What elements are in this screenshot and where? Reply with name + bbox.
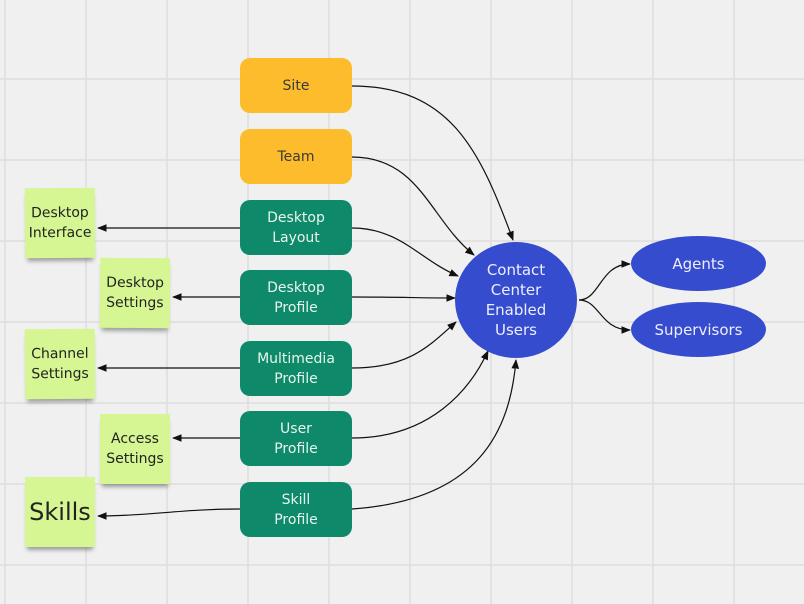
sticky-skills[interactable]: Skills: [25, 477, 95, 547]
node-desktop-profile[interactable]: Desktop Profile: [240, 270, 352, 325]
node-site[interactable]: Site: [240, 58, 352, 113]
sticky-access-settings[interactable]: Access Settings: [100, 414, 170, 484]
edge-desktop-layout[interactable]: [351, 227, 459, 277]
edge-site[interactable]: [351, 85, 514, 241]
edge-team[interactable]: [351, 156, 475, 256]
sticky-channel-settings[interactable]: Channel Settings: [24, 328, 96, 400]
node-skill-profile[interactable]: Skill Profile: [240, 482, 352, 537]
edge-desktop-profile[interactable]: [351, 294, 456, 302]
sticky-desktop-interface[interactable]: Desktop Interface: [24, 187, 96, 259]
edge-skills[interactable]: [97, 508, 241, 520]
node-team[interactable]: Team: [240, 129, 352, 184]
node-desktop-layout[interactable]: Desktop Layout: [240, 200, 352, 255]
node-supervisors[interactable]: Supervisors: [631, 302, 766, 357]
node-user-profile[interactable]: User Profile: [240, 411, 352, 466]
edge-supervisors[interactable]: [578, 299, 631, 334]
edge-skill-profile[interactable]: [351, 359, 520, 510]
edge-agents[interactable]: [578, 260, 631, 301]
node-multimedia-profile[interactable]: Multimedia Profile: [240, 341, 352, 396]
node-agents[interactable]: Agents: [631, 236, 766, 291]
node-contact-center-enabled-users[interactable]: Contact Center Enabled Users: [455, 242, 577, 358]
edge-multimedia-profile[interactable]: [351, 321, 457, 369]
sticky-desktop-settings[interactable]: Desktop Settings: [99, 257, 171, 329]
edge-user-profile[interactable]: [351, 350, 489, 439]
